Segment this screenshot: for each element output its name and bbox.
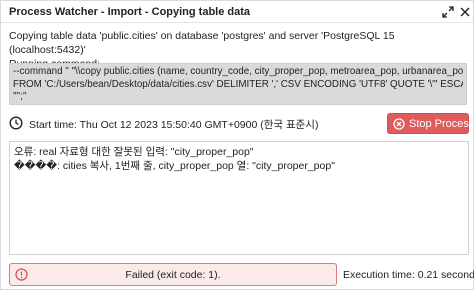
command-line: '"';": [13, 91, 27, 102]
process-watcher-dialog: Process Watcher - Import - Copying table…: [0, 0, 474, 290]
dialog-title: Process Watcher - Import - Copying table…: [9, 6, 251, 18]
stop-process-label: Stop Process: [409, 118, 474, 130]
status-text: Failed (exit code: 1).: [125, 269, 221, 281]
titlebar: Process Watcher - Import - Copying table…: [1, 1, 473, 23]
command-line: --command " "\\copy public.cities (name,…: [13, 66, 463, 77]
stop-circle-icon: [393, 118, 405, 130]
process-output[interactable]: 오류: real 자료형 대한 잘못된 입력: "city_proper_pop…: [9, 141, 469, 255]
maximize-button[interactable]: [440, 4, 456, 20]
stop-process-button[interactable]: Stop Process: [387, 113, 474, 134]
close-icon: [460, 7, 470, 17]
output-line: 오류: real 자료형 대한 잘못된 입력: "city_proper_pop…: [14, 146, 254, 158]
command-line: FROM 'C:/Users/bean/Desktop/data/cities.…: [13, 78, 463, 90]
close-button[interactable]: [457, 4, 473, 20]
output-line: ����: cities 복사, 1번째 줄, city_proper_pop …: [14, 160, 335, 172]
description-line: Copying table data 'public.cities' on da…: [9, 30, 395, 56]
execution-time-label: Execution time: 0.21 seconds: [343, 269, 474, 281]
command-box: --command " "\\copy public.cities (name,…: [9, 63, 467, 105]
clock-icon: [9, 116, 23, 130]
status-bar: Failed (exit code: 1).: [9, 263, 337, 286]
start-time-label: Start time: Thu Oct 12 2023 15:50:40 GMT…: [29, 119, 319, 131]
start-time-row: Start time: Thu Oct 12 2023 15:50:40 GMT…: [9, 113, 318, 133]
expand-icon: [442, 6, 454, 18]
